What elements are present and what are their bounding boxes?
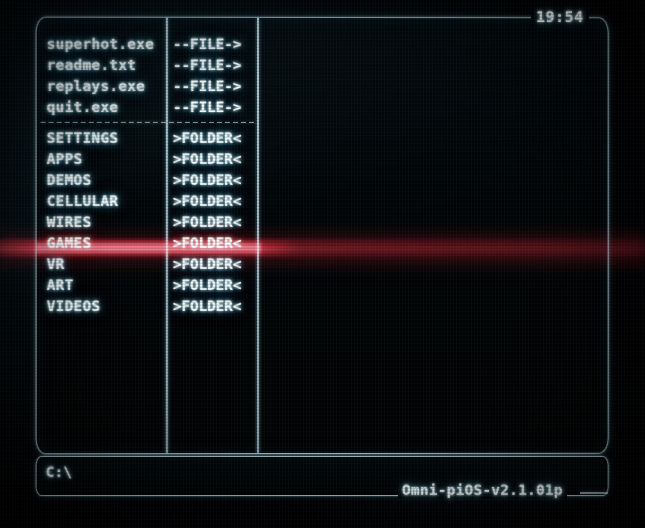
folder-row[interactable]: DEMOS >FOLDER< (37, 171, 257, 192)
folder-name: DEMOS (46, 172, 92, 189)
system-clock: 19:54 (531, 8, 589, 26)
folder-row[interactable]: CELLULAR >FOLDER< (37, 192, 257, 213)
folder-row[interactable]: GAMES >FOLDER< (37, 234, 257, 255)
folder-name: VR (46, 257, 65, 274)
file-name: replays.exe (46, 78, 146, 95)
folder-type: >FOLDER< (172, 172, 242, 189)
file-type: --FILE-> (172, 78, 242, 95)
file-name: readme.txt (46, 57, 137, 74)
folder-type: >FOLDER< (172, 214, 242, 231)
version-border-stub (580, 492, 608, 494)
file-row[interactable]: quit.exe --FILE-> (37, 98, 257, 119)
file-type: --FILE-> (172, 99, 242, 116)
file-name: superhot.exe (46, 36, 155, 53)
folder-name: WIRES (46, 214, 92, 231)
folder-row[interactable]: WIRES >FOLDER< (37, 213, 257, 234)
file-folder-separator (40, 121, 256, 123)
folder-name: CELLULAR (46, 193, 119, 210)
crt-screen: superhot.exe --FILE-> readme.txt --FILE-> re… (0, 0, 645, 528)
folder-name: GAMES (46, 236, 92, 253)
column-divider-preview (256, 17, 259, 454)
folder-row[interactable]: ART >FOLDER< (37, 276, 257, 297)
folder-row[interactable]: VIDEOS >FOLDER< (37, 297, 257, 318)
file-type: --FILE-> (172, 36, 242, 53)
file-browser-panel: superhot.exe --FILE-> readme.txt --FILE-> re… (35, 16, 609, 455)
folder-name: ART (46, 278, 74, 295)
folder-type: >FOLDER< (172, 278, 242, 295)
file-row[interactable]: readme.txt --FILE-> (37, 56, 257, 77)
os-version-label: Omni-piOS-v2.1.01p (398, 483, 567, 499)
file-row[interactable]: replays.exe --FILE-> (37, 77, 257, 98)
file-type: --FILE-> (172, 57, 242, 74)
folder-type: >FOLDER< (172, 299, 242, 316)
folder-type: >FOLDER< (172, 151, 242, 168)
folder-row[interactable]: SETTINGS >FOLDER< (37, 129, 257, 150)
folder-row[interactable]: VR >FOLDER< (37, 255, 257, 276)
folder-row[interactable]: APPS >FOLDER< (37, 150, 257, 171)
folder-list: SETTINGS >FOLDER< APPS >FOLDER< DEMOS >FOLDER… (37, 129, 257, 318)
folder-name: SETTINGS (46, 130, 119, 147)
file-row[interactable]: superhot.exe --FILE-> (37, 35, 257, 56)
folder-type: >FOLDER< (172, 257, 242, 274)
folder-type: >FOLDER< (172, 236, 242, 253)
folder-name: APPS (46, 151, 83, 168)
folder-type: >FOLDER< (172, 130, 242, 147)
file-name: quit.exe (46, 99, 119, 116)
folder-type: >FOLDER< (172, 193, 242, 210)
folder-name: VIDEOS (46, 299, 101, 316)
file-list: superhot.exe --FILE-> readme.txt --FILE-> re… (37, 35, 257, 119)
prompt-path: C:\ (45, 464, 72, 482)
